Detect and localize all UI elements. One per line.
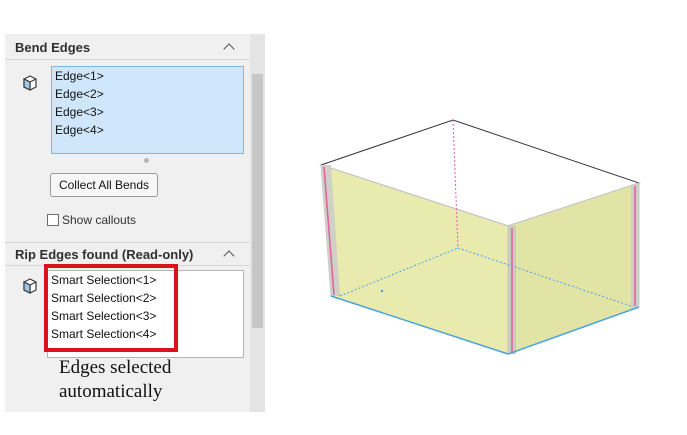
annotation-note: Edges selected automatically <box>59 356 171 404</box>
list-resize-handle[interactable] <box>144 158 149 163</box>
panel-scrollbar[interactable] <box>250 34 265 412</box>
list-item[interactable]: Edge<2> <box>55 86 104 103</box>
annotation-line-1: Edges selected <box>59 357 172 378</box>
list-item[interactable]: Edge<4> <box>55 122 104 139</box>
rip-edges-header[interactable]: Rip Edges found (Read-only) <box>5 242 249 266</box>
scrollbar-thumb[interactable] <box>252 74 263 328</box>
sheet-metal-box-model[interactable] <box>300 100 670 370</box>
origin-marker <box>380 289 384 293</box>
cube-edge-icon <box>23 278 37 294</box>
collect-all-bends-button[interactable]: Collect All Bends <box>50 173 158 197</box>
bend-edges-title: Bend Edges <box>15 40 91 55</box>
show-callouts-label: Show callouts <box>62 213 137 227</box>
chevron-up-icon[interactable] <box>223 250 235 262</box>
annotation-line-2: automatically <box>59 381 163 402</box>
list-item[interactable]: Edge<3> <box>55 104 104 121</box>
list-item[interactable]: Edge<1> <box>55 68 104 85</box>
chevron-up-icon[interactable] <box>223 43 235 55</box>
bend-edges-header[interactable]: Bend Edges <box>5 36 249 60</box>
highlight-rectangle <box>44 264 178 352</box>
cube-edge-icon <box>23 75 37 91</box>
show-callouts-checkbox[interactable] <box>47 214 59 226</box>
bend-edges-list[interactable]: Edge<1> Edge<2> Edge<3> Edge<4> <box>51 66 244 154</box>
rip-edges-title: Rip Edges found (Read-only) <box>15 247 194 262</box>
